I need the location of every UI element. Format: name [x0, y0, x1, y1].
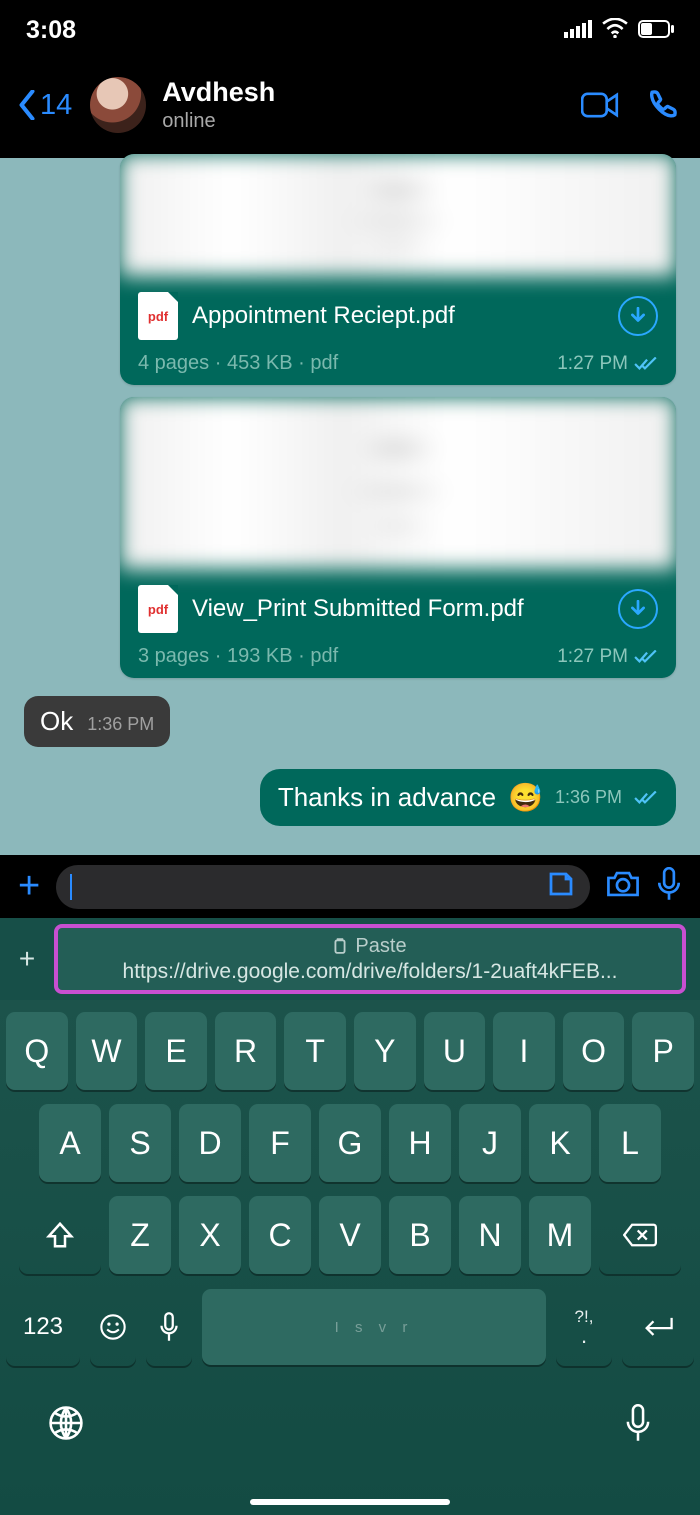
- presence: online: [162, 110, 558, 133]
- globe-key[interactable]: [48, 1405, 84, 1446]
- key-s[interactable]: S: [109, 1104, 171, 1182]
- key-row-2: A S D F G H J K L: [6, 1104, 694, 1182]
- key-t[interactable]: T: [284, 1012, 346, 1090]
- message-text: Ok: [40, 706, 73, 737]
- paste-suggestion[interactable]: Paste https://drive.google.com/drive/fol…: [54, 924, 686, 994]
- document-bubble[interactable]: pdf View_Print Submitted Form.pdf 3 page…: [120, 397, 676, 678]
- shift-key[interactable]: [19, 1196, 101, 1274]
- status-bar: 3:08: [0, 0, 700, 60]
- key-z[interactable]: Z: [109, 1196, 171, 1274]
- voice-call-button[interactable]: [642, 85, 682, 125]
- key-h[interactable]: H: [389, 1104, 451, 1182]
- key-c[interactable]: C: [249, 1196, 311, 1274]
- battery-icon: [638, 16, 674, 45]
- paste-label: Paste: [333, 935, 406, 958]
- message-out[interactable]: Thanks in advance 😅 1:36 PM: [24, 769, 676, 826]
- message-time: 1:27 PM: [557, 646, 628, 668]
- message-time: 1:36 PM: [87, 714, 154, 735]
- key-k[interactable]: K: [529, 1104, 591, 1182]
- document-thumbnail: [120, 154, 676, 276]
- text-cursor: [70, 874, 72, 900]
- video-call-button[interactable]: [580, 85, 620, 125]
- mic-button[interactable]: [656, 867, 682, 906]
- key-r[interactable]: R: [215, 1012, 277, 1090]
- key-o[interactable]: O: [563, 1012, 625, 1090]
- keyboard: Q W E R T Y U I O P A S D F G H J K L Z …: [0, 1000, 700, 1515]
- attach-button[interactable]: +: [18, 865, 40, 908]
- status-right: [564, 16, 674, 45]
- keyboard-suggestion-bar: + Paste https://drive.google.com/drive/f…: [0, 918, 700, 1000]
- camera-button[interactable]: [606, 870, 640, 903]
- pdf-icon: pdf: [138, 585, 178, 633]
- pdf-icon: pdf: [138, 292, 178, 340]
- suggestion-add-button[interactable]: +: [0, 943, 54, 975]
- key-row-3: Z X C V B N M: [6, 1196, 694, 1274]
- download-button[interactable]: [618, 589, 658, 629]
- paste-url: https://drive.google.com/drive/folders/1…: [123, 960, 618, 984]
- message-time: 1:36 PM: [555, 787, 622, 808]
- key-x[interactable]: X: [179, 1196, 241, 1274]
- key-d[interactable]: D: [179, 1104, 241, 1182]
- key-m[interactable]: M: [529, 1196, 591, 1274]
- key-v[interactable]: V: [319, 1196, 381, 1274]
- read-ticks-icon: [634, 650, 658, 664]
- sticker-button[interactable]: [546, 869, 576, 904]
- key-b[interactable]: B: [389, 1196, 451, 1274]
- key-row-4: 123 I s v r ?!, .: [6, 1288, 694, 1366]
- keyboard-mic-button[interactable]: [624, 1404, 652, 1447]
- contact-name: Avdhesh: [162, 77, 558, 108]
- compose-bar: +: [0, 855, 700, 918]
- key-j[interactable]: J: [459, 1104, 521, 1182]
- key-y[interactable]: Y: [354, 1012, 416, 1090]
- home-indicator[interactable]: [250, 1499, 450, 1505]
- key-row-1: Q W E R T Y U I O P: [6, 1012, 694, 1090]
- wifi-icon: [602, 16, 628, 45]
- message-text: Thanks in advance: [278, 782, 496, 813]
- document-name: Appointment Reciept.pdf: [192, 302, 604, 331]
- document-meta: 4 pages · 453 KB · pdf: [138, 352, 557, 375]
- dictation-key[interactable]: [146, 1288, 192, 1366]
- clock: 3:08: [26, 16, 76, 45]
- document-bubble[interactable]: pdf Appointment Reciept.pdf 4 pages · 45…: [120, 154, 676, 385]
- key-q[interactable]: Q: [6, 1012, 68, 1090]
- key-e[interactable]: E: [145, 1012, 207, 1090]
- signal-icon: [564, 16, 592, 45]
- key-f[interactable]: F: [249, 1104, 311, 1182]
- punctuation-key[interactable]: ?!, .: [556, 1288, 612, 1366]
- back-button[interactable]: 14: [18, 89, 72, 122]
- numbers-key[interactable]: 123: [6, 1288, 80, 1366]
- key-p[interactable]: P: [632, 1012, 694, 1090]
- key-i[interactable]: I: [493, 1012, 555, 1090]
- document-thumbnail: [120, 397, 676, 569]
- backspace-key[interactable]: [599, 1196, 681, 1274]
- document-meta: 3 pages · 193 KB · pdf: [138, 645, 557, 668]
- message-time: 1:27 PM: [557, 353, 628, 375]
- read-ticks-icon: [634, 791, 658, 805]
- avatar[interactable]: [90, 77, 146, 133]
- keyboard-bottom-row: [6, 1380, 694, 1477]
- return-key[interactable]: [622, 1288, 694, 1366]
- message-input[interactable]: [56, 865, 590, 909]
- key-g[interactable]: G: [319, 1104, 381, 1182]
- document-name: View_Print Submitted Form.pdf: [192, 595, 604, 624]
- contact-info[interactable]: Avdhesh online: [162, 77, 558, 133]
- key-w[interactable]: W: [76, 1012, 138, 1090]
- key-l[interactable]: L: [599, 1104, 661, 1182]
- emoji: 😅: [508, 781, 543, 814]
- key-u[interactable]: U: [424, 1012, 486, 1090]
- download-button[interactable]: [618, 296, 658, 336]
- chat-area: pdf Appointment Reciept.pdf 4 pages · 45…: [0, 158, 700, 855]
- chat-header: 14 Avdhesh online: [0, 60, 700, 158]
- space-key[interactable]: I s v r: [202, 1289, 546, 1365]
- key-n[interactable]: N: [459, 1196, 521, 1274]
- back-count: 14: [40, 89, 72, 122]
- key-a[interactable]: A: [39, 1104, 101, 1182]
- emoji-key[interactable]: [90, 1288, 136, 1366]
- read-ticks-icon: [634, 357, 658, 371]
- message-in[interactable]: Ok 1:36 PM: [24, 690, 676, 747]
